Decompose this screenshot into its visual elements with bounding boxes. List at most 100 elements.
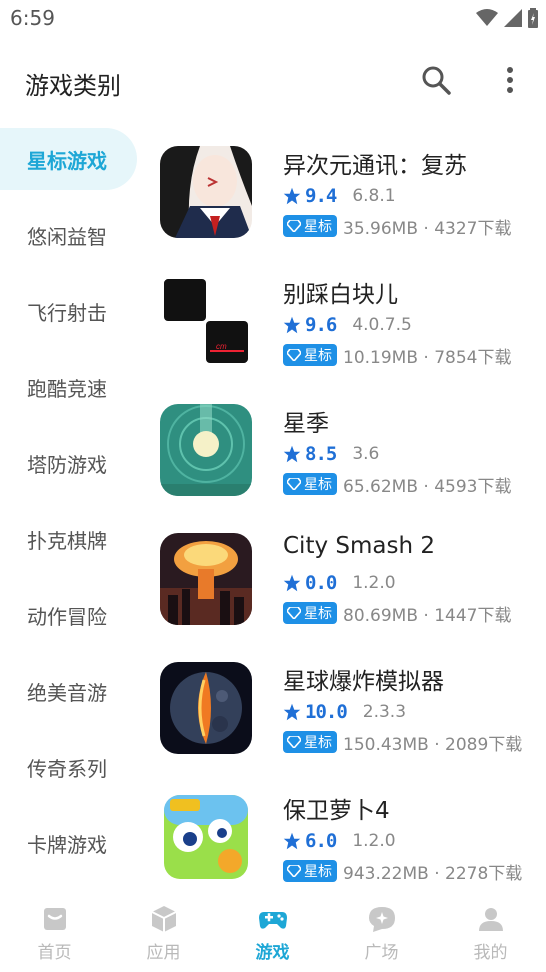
- category-sidebar: 星标游戏 悠闲益智 飞行射击 跑酷竞速 塔防游戏 扑克棋牌 动作冒险 绝美音游 …: [0, 128, 140, 888]
- category-item-card-games[interactable]: 卡牌游戏: [0, 812, 137, 874]
- star-icon: [283, 832, 301, 850]
- category-label: 星标游戏: [27, 148, 107, 173]
- diamond-icon: [287, 349, 301, 361]
- app-rating: 6.0: [305, 830, 337, 852]
- mushroom-cloud-icon: [160, 533, 252, 625]
- category-item-casual-puzzle[interactable]: 悠闲益智: [0, 204, 137, 266]
- nav-profile[interactable]: 我的: [436, 896, 545, 972]
- piano-tiles-icon: cm: [160, 275, 252, 367]
- badge-label: 星标: [304, 348, 332, 364]
- app-size-downloads: 65.62MB · 4593下载: [343, 476, 512, 497]
- app-version: 6.8.1: [352, 186, 396, 206]
- nav-label: 我的: [473, 943, 508, 963]
- app-rating: 8.5: [305, 443, 337, 465]
- nav-square[interactable]: 广场: [327, 896, 436, 972]
- app-list-item[interactable]: cm 别踩白块儿 9.6 4.0.7.5 星标 10.19MB · 7854下载: [160, 269, 540, 379]
- app-version: 3.6: [352, 444, 380, 464]
- app-list-item[interactable]: 星季 8.5 3.6 星标 65.62MB · 4593下载: [160, 398, 540, 508]
- status-bar: 6:59: [0, 0, 546, 36]
- app-rating: 0.0: [305, 572, 337, 594]
- category-item-music[interactable]: 绝美音游: [0, 660, 137, 722]
- exploding-planet-icon: [160, 662, 252, 754]
- category-item-tower-defense[interactable]: 塔防游戏: [0, 432, 137, 494]
- app-list-item[interactable]: 保卫萝卜4 6.0 1.2.0 星标 943.22MB · 2278下载: [160, 785, 540, 885]
- app-size-downloads: 150.43MB · 2089下载: [343, 734, 523, 755]
- star-icon: [283, 187, 301, 205]
- category-item-legend-series[interactable]: 传奇系列: [0, 736, 137, 798]
- star-icon: [283, 574, 301, 592]
- app-rating-row: 6.0 1.2.0: [283, 829, 396, 853]
- category-label: 塔防游戏: [27, 452, 107, 477]
- bottom-navigation: 首页 应用 游戏 广场 我的: [0, 896, 546, 972]
- app-rating: 9.6: [305, 314, 337, 336]
- star-badge: 星标: [283, 215, 337, 237]
- category-label: 飞行射击: [27, 300, 107, 325]
- carrot-game-icon: [160, 791, 252, 883]
- nav-label: 游戏: [255, 943, 290, 963]
- app-bar: 游戏类别: [0, 52, 546, 112]
- chat-bubble-icon: [368, 907, 395, 932]
- app-version: 4.0.7.5: [352, 315, 412, 335]
- app-meta-row: 星标 10.19MB · 7854下载: [283, 343, 512, 368]
- category-item-action-adventure[interactable]: 动作冒险: [0, 584, 137, 646]
- nav-label: 应用: [146, 943, 181, 963]
- gamepad-icon: [258, 912, 287, 929]
- app-size-downloads: 10.19MB · 7854下载: [343, 347, 512, 368]
- battery-icon: [528, 8, 538, 28]
- diamond-icon: [287, 736, 301, 748]
- star-badge: 星标: [283, 602, 337, 624]
- category-item-starred[interactable]: 星标游戏: [0, 128, 137, 190]
- app-version: 2.3.3: [362, 702, 407, 722]
- app-list-item[interactable]: 星球爆炸模拟器 10.0 2.3.3 星标 150.43MB · 2089下载: [160, 656, 540, 766]
- category-item-poker-chess[interactable]: 扑克棋牌: [0, 508, 137, 570]
- nav-home[interactable]: 首页: [0, 896, 109, 972]
- svg-text:cm: cm: [216, 342, 227, 351]
- app-size-downloads: 35.96MB · 4327下载: [343, 218, 512, 239]
- category-label: 扑克棋牌: [27, 528, 107, 553]
- category-item-parkour-racing[interactable]: 跑酷竞速: [0, 356, 137, 418]
- app-list-item[interactable]: City Smash 2 0.0 1.2.0 星标 80.69MB · 1447…: [160, 527, 540, 637]
- nav-label: 广场: [364, 943, 399, 963]
- badge-label: 星标: [304, 219, 332, 235]
- app-rating: 9.4: [305, 185, 337, 207]
- app-rating-row: 8.5 3.6: [283, 442, 379, 466]
- app-version: 1.2.0: [352, 831, 396, 851]
- home-icon: [43, 908, 66, 930]
- nav-apps[interactable]: 应用: [109, 896, 218, 972]
- app-name: 异次元通讯：复苏: [283, 153, 467, 179]
- user-icon: [478, 908, 503, 931]
- status-time: 6:59: [10, 6, 55, 30]
- search-icon[interactable]: [420, 64, 452, 96]
- app-name: 星球爆炸模拟器: [283, 669, 444, 695]
- anime-girl-icon: [160, 146, 252, 238]
- nav-games[interactable]: 游戏: [218, 896, 327, 972]
- glowing-orb-icon: [160, 404, 252, 496]
- app-size-downloads: 80.69MB · 1447下载: [343, 605, 512, 626]
- category-label: 悠闲益智: [27, 224, 107, 249]
- star-badge: 星标: [283, 860, 337, 882]
- category-label: 传奇系列: [27, 756, 107, 781]
- app-rating-row: 0.0 1.2.0: [283, 571, 396, 595]
- more-vertical-icon[interactable]: [498, 64, 522, 96]
- star-icon: [283, 316, 301, 334]
- app-meta-row: 星标 150.43MB · 2089下载: [283, 730, 523, 755]
- app-rating-row: 9.4 6.8.1: [283, 184, 396, 208]
- category-label: 跑酷竞速: [27, 376, 107, 401]
- app-list-item[interactable]: 异次元通讯：复苏 9.4 6.8.1 星标 35.96MB · 4327下载: [160, 140, 540, 250]
- app-rating-row: 9.6 4.0.7.5: [283, 313, 412, 337]
- star-icon: [283, 703, 301, 721]
- badge-label: 星标: [304, 864, 332, 880]
- nav-label: 首页: [37, 943, 72, 963]
- app-list: 异次元通讯：复苏 9.4 6.8.1 星标 35.96MB · 4327下载 c: [160, 140, 540, 885]
- badge-label: 星标: [304, 477, 332, 493]
- badge-label: 星标: [304, 735, 332, 751]
- diamond-icon: [287, 607, 301, 619]
- app-rating: 10.0: [305, 701, 348, 723]
- category-item-flight-shooter[interactable]: 飞行射击: [0, 280, 137, 342]
- diamond-icon: [287, 478, 301, 490]
- category-label: 绝美音游: [27, 680, 107, 705]
- app-meta-row: 星标 80.69MB · 1447下载: [283, 601, 512, 626]
- app-meta-row: 星标 943.22MB · 2278下载: [283, 859, 522, 884]
- app-meta-row: 星标 65.62MB · 4593下载: [283, 472, 512, 497]
- app-rating-row: 10.0 2.3.3: [283, 700, 406, 724]
